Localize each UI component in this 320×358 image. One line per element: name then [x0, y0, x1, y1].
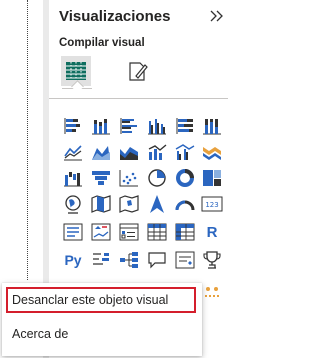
- svg-text:123: 123: [205, 201, 218, 209]
- 100-stacked-column-chart-icon[interactable]: [200, 114, 224, 138]
- line-and-clustered-column-chart-icon[interactable]: [173, 140, 197, 164]
- build-visual-label: Compilar visual: [59, 37, 145, 49]
- azure-map-icon[interactable]: [145, 192, 169, 216]
- multi-row-card-icon[interactable]: [61, 220, 85, 244]
- line-chart-icon[interactable]: [61, 140, 85, 164]
- clustered-column-chart-icon[interactable]: [145, 114, 169, 138]
- table-icon[interactable]: [145, 220, 169, 244]
- decomposition-tree-icon[interactable]: [117, 248, 141, 272]
- treemap-icon[interactable]: [200, 166, 224, 190]
- key-influencers-icon[interactable]: [89, 248, 113, 272]
- filled-map-icon[interactable]: [89, 192, 113, 216]
- pane-divider: [49, 98, 228, 99]
- gauge-icon[interactable]: [173, 192, 197, 216]
- stacked-bar-chart-icon[interactable]: [61, 114, 85, 138]
- shape-map-icon[interactable]: [117, 192, 141, 216]
- area-chart-icon[interactable]: [89, 140, 113, 164]
- canvas-dotted-border: [27, 0, 28, 280]
- ribbon-chart-icon[interactable]: [200, 140, 224, 164]
- smart-narrative-icon[interactable]: [173, 248, 197, 272]
- visual-context-menu: Desanclar este objeto visual Acerca de: [2, 283, 202, 356]
- stacked-column-chart-icon[interactable]: [89, 114, 113, 138]
- about-menu-item[interactable]: Acerca de: [6, 321, 196, 347]
- kpi-icon[interactable]: [89, 220, 113, 244]
- donut-chart-icon[interactable]: [173, 166, 197, 190]
- map-globe-icon[interactable]: [61, 192, 85, 216]
- format-visual-tab[interactable]: [123, 56, 153, 86]
- collapse-pane-icon[interactable]: [209, 8, 225, 24]
- matrix-icon[interactable]: [173, 220, 197, 244]
- scatter-chart-icon[interactable]: [117, 166, 141, 190]
- slicer-icon[interactable]: [117, 220, 141, 244]
- python-visual-icon[interactable]: Py: [61, 248, 85, 272]
- 100-stacked-bar-chart-icon[interactable]: [173, 114, 197, 138]
- format-brush-icon: [129, 62, 148, 81]
- custom-visual-icon[interactable]: [200, 280, 224, 304]
- table-grid-icon: [66, 62, 86, 80]
- r-script-visual-icon[interactable]: R: [200, 220, 224, 244]
- card-icon[interactable]: 123: [200, 192, 224, 216]
- pane-title: Visualizaciones: [59, 8, 171, 25]
- stacked-area-chart-icon[interactable]: [117, 140, 141, 164]
- funnel-chart-icon[interactable]: [89, 166, 113, 190]
- clustered-bar-chart-icon[interactable]: [117, 114, 141, 138]
- goals-trophy-icon[interactable]: [200, 248, 224, 272]
- pie-chart-icon[interactable]: [145, 166, 169, 190]
- unpin-visual-menu-item[interactable]: Desanclar este objeto visual: [6, 287, 196, 313]
- waterfall-chart-icon[interactable]: [61, 166, 85, 190]
- qna-icon[interactable]: [145, 248, 169, 272]
- line-and-stacked-column-chart-icon[interactable]: [145, 140, 169, 164]
